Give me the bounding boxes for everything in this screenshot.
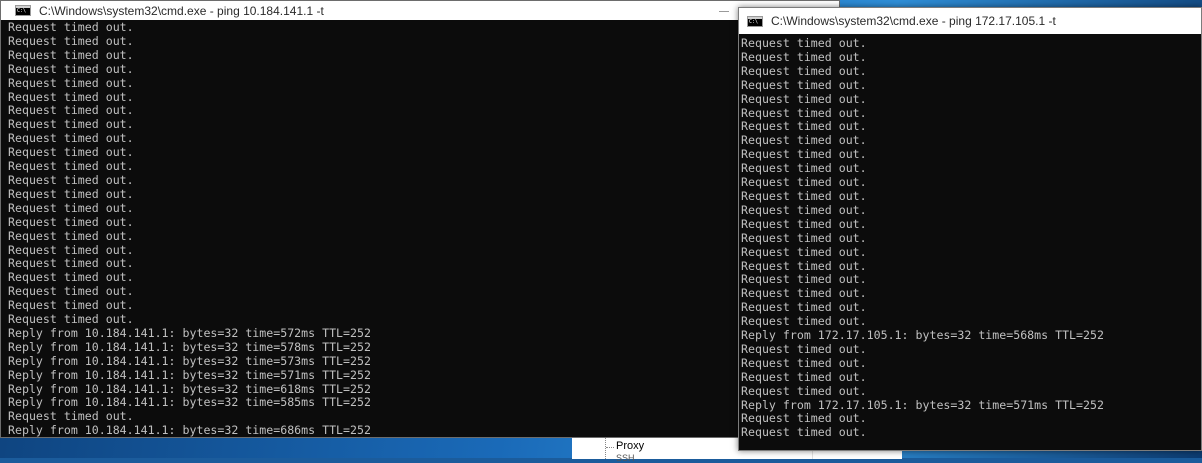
console-line: Request timed out. — [741, 383, 867, 398]
console-line: Request timed out. — [741, 216, 867, 231]
console-line: Request timed out. — [8, 61, 134, 76]
console-line: Reply from 10.184.141.1: bytes=32 time=6… — [8, 381, 371, 396]
console-line: Request timed out. — [741, 147, 867, 162]
console-line: Reply from 10.184.141.1: bytes=32 time=5… — [8, 325, 371, 340]
console-line: Request timed out. — [741, 119, 867, 134]
console-line: Request timed out. — [741, 49, 867, 64]
console-line: Request timed out. — [741, 369, 867, 384]
console-line: Request timed out. — [8, 131, 134, 146]
console-line: Request timed out. — [8, 172, 134, 187]
window-title: C:\Windows\system32\cmd.exe - ping 10.18… — [39, 3, 324, 18]
console-line: Reply from 10.184.141.1: bytes=32 time=5… — [8, 353, 371, 368]
console-line: Request timed out. — [741, 272, 867, 287]
console-line: Request timed out. — [8, 284, 134, 299]
console-line: Reply from 10.184.141.1: bytes=32 time=5… — [8, 367, 371, 382]
console-line: Request timed out. — [741, 105, 867, 120]
console-line: Request timed out. — [741, 202, 867, 217]
console-line: Request timed out. — [8, 186, 134, 201]
console-line: Request timed out. — [8, 312, 134, 327]
cmd-icon[interactable] — [15, 5, 31, 16]
console-line: Request timed out. — [741, 258, 867, 273]
console-line: Reply from 10.184.141.1: bytes=32 time=5… — [8, 395, 371, 410]
cmd-window-ping-172-17-105-1[interactable]: C:\Windows\system32\cmd.exe - ping 172.1… — [738, 7, 1202, 451]
console-line: Request timed out. — [8, 117, 134, 132]
console-line: Request timed out. — [741, 91, 867, 106]
console-line: Reply from 10.184.141.1: bytes=32 time=5… — [8, 339, 371, 354]
console-output[interactable]: Request timed out. Request timed out. Requ… — [739, 34, 1201, 440]
console-line: Request timed out. — [741, 314, 867, 329]
console-line: Request timed out. — [8, 47, 134, 62]
console-line: Request timed out. — [8, 159, 134, 174]
console-line: Request timed out. — [741, 411, 867, 426]
window-title: C:\Windows\system32\cmd.exe - ping 172.1… — [771, 14, 1056, 28]
console-line: Request timed out. — [741, 355, 867, 370]
console-line: Request timed out. — [741, 230, 867, 245]
console-line: Request timed out. — [8, 298, 134, 313]
console-line: Reply from 172.17.105.1: bytes=32 time=5… — [741, 328, 1104, 343]
console-line: Request timed out. — [741, 133, 867, 148]
console-line: Request timed out. — [741, 175, 867, 190]
tree-connector-tick — [606, 447, 614, 449]
window-titlebar[interactable]: C:\Windows\system32\cmd.exe - ping 172.1… — [739, 8, 1201, 34]
console-line: Request timed out. — [8, 256, 134, 271]
console-line: Reply from 10.184.141.1: bytes=32 time=6… — [8, 423, 371, 438]
console-output[interactable]: Request timed out. Request timed out. Requ… — [1, 20, 839, 438]
console-line: Request timed out. — [741, 36, 867, 50]
console-line: Request timed out. — [8, 242, 134, 257]
console-line: Reply from 172.17.105.1: bytes=32 time=5… — [741, 397, 1104, 412]
console-line: Request timed out. — [8, 200, 134, 215]
console-line: Request timed out. — [8, 270, 134, 285]
tree-item-ssh[interactable]: SSH — [616, 453, 635, 463]
console-line: Request timed out. — [741, 425, 867, 440]
console-line: Request timed out. — [741, 300, 867, 315]
console-line: Request timed out. — [8, 145, 134, 160]
console-line: Request timed out. — [8, 75, 134, 90]
cmd-window-ping-10-184-141-1[interactable]: C:\Windows\system32\cmd.exe - ping 10.18… — [0, 0, 840, 438]
console-line: Request timed out. — [8, 33, 134, 48]
console-line: Request timed out. — [741, 161, 867, 176]
console-line: Request timed out. — [741, 286, 867, 301]
console-line: Request timed out. — [741, 77, 867, 92]
console-line: Request timed out. — [8, 20, 134, 34]
tree-item-proxy[interactable]: Proxy — [616, 440, 644, 452]
console-line: Request timed out. — [741, 341, 867, 356]
console-line: Request timed out. — [8, 214, 134, 229]
console-line: Request timed out. — [8, 409, 134, 424]
cmd-icon[interactable] — [747, 15, 763, 27]
console-line: Request timed out. — [741, 188, 867, 203]
console-line: Request timed out. — [741, 244, 867, 259]
console-line: Request timed out. — [8, 228, 134, 243]
window-titlebar[interactable]: C:\Windows\system32\cmd.exe - ping 10.18… — [1, 1, 839, 20]
console-line: Request timed out. — [8, 103, 134, 118]
console-line: Request timed out. — [8, 89, 134, 104]
console-line: Request timed out. — [741, 63, 867, 78]
